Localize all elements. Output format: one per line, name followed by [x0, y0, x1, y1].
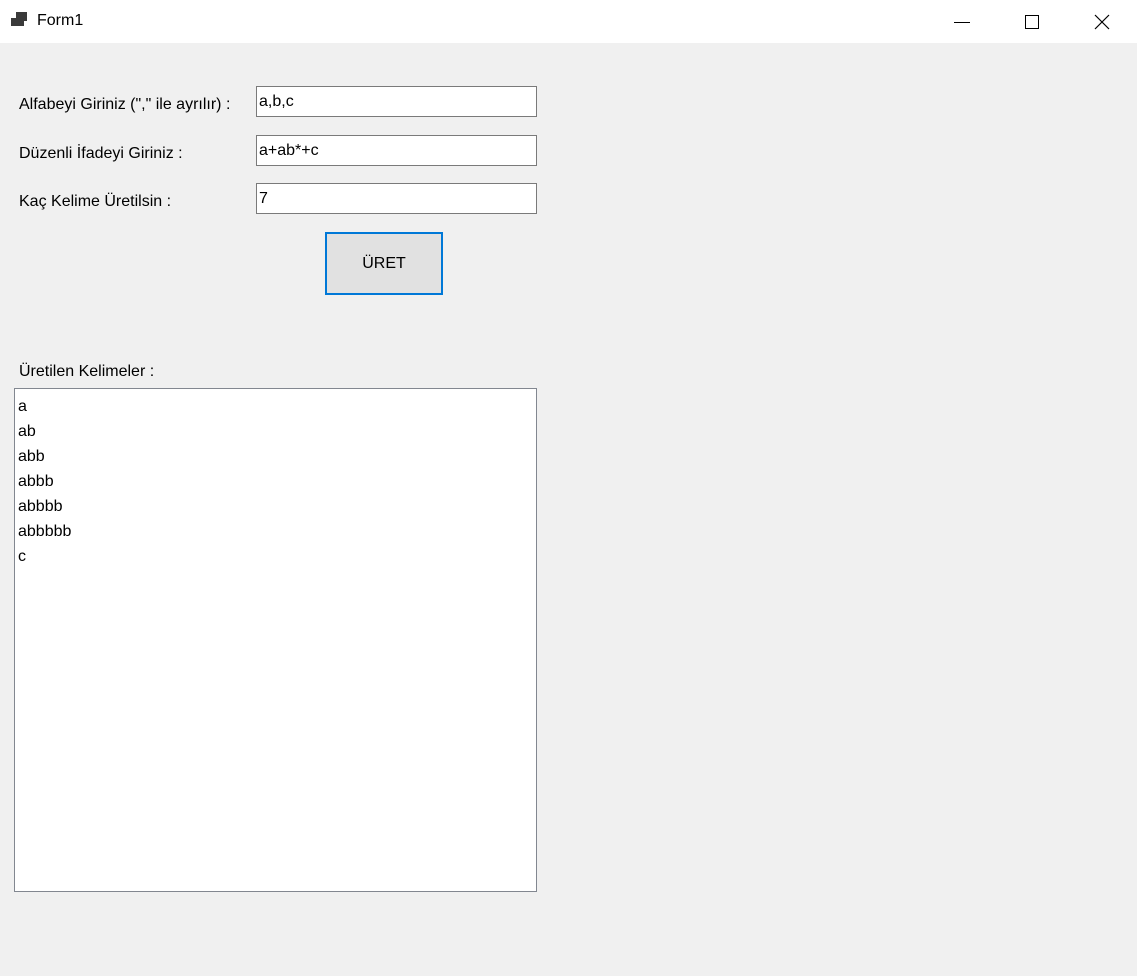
results-label: Üretilen Kelimeler : [19, 363, 155, 380]
list-item[interactable]: ab [15, 419, 536, 444]
list-item[interactable]: c [15, 544, 536, 569]
generate-button[interactable]: ÜRET [325, 232, 443, 295]
regex-label: Düzenli İfadeyi Giriniz : [19, 145, 183, 162]
close-icon [1094, 14, 1110, 29]
list-item[interactable]: a [15, 394, 536, 419]
list-item[interactable]: abbb [15, 469, 536, 494]
maximize-button[interactable] [997, 0, 1067, 43]
word-count-input[interactable] [256, 183, 537, 214]
minimize-button[interactable] [927, 0, 997, 43]
window-title: Form1 [37, 12, 84, 29]
list-item[interactable]: abbbbb [15, 519, 536, 544]
results-listbox[interactable]: a ab abb abbb abbbb abbbbb c [14, 388, 537, 892]
list-item[interactable]: abbbb [15, 494, 536, 519]
list-item[interactable]: abb [15, 444, 536, 469]
title-bar[interactable]: Form1 [0, 0, 1137, 43]
alphabet-label: Alfabeyi Giriniz ("," ile ayrılır) : [19, 96, 231, 113]
alphabet-input[interactable] [256, 86, 537, 117]
close-button[interactable] [1067, 0, 1137, 43]
form-app-icon [10, 11, 28, 29]
minimize-icon [954, 21, 970, 23]
word-count-label: Kaç Kelime Üretilsin : [19, 193, 172, 210]
main-window: Form1 Alfabeyi Giriniz ("," ile ayrılır)… [0, 0, 1137, 976]
regex-input[interactable] [256, 135, 537, 166]
maximize-icon [1025, 14, 1039, 29]
